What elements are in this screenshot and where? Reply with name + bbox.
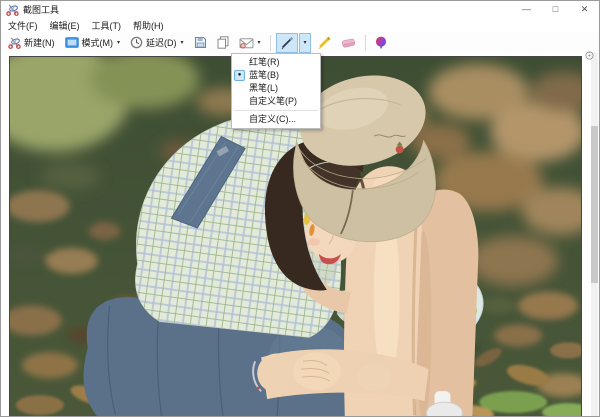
pen-icon <box>280 36 294 50</box>
menu-help[interactable]: 帮助(H) <box>127 19 170 32</box>
customize-label: 自定义(C)... <box>249 114 296 124</box>
menu-item-red-pen[interactable]: 红笔(R) <box>232 56 320 69</box>
clock-icon <box>130 36 143 49</box>
mode-label: 模式(M) <box>82 36 114 49</box>
scissors-icon <box>8 36 21 49</box>
toolbar: 新建(N) 模式(M) ▾ 延迟(D) ▾ <box>1 32 599 54</box>
copy-button[interactable] <box>213 33 233 52</box>
copy-pages-icon <box>217 36 229 49</box>
chevron-down-icon: ▾ <box>258 39 261 46</box>
maximize-button[interactable]: □ <box>541 1 570 18</box>
pen-button-group: ▾ <box>275 33 312 53</box>
chevron-down-icon: ▾ <box>117 39 120 46</box>
autoscroll-origin-icon <box>585 47 594 56</box>
highlighter-button[interactable] <box>313 33 335 53</box>
pen-button[interactable] <box>276 33 298 53</box>
save-button[interactable] <box>190 33 211 52</box>
custom-pen-label: 自定义笔(P) <box>249 96 297 106</box>
selected-radio-icon: ● <box>234 70 245 81</box>
menu-file[interactable]: 文件(F) <box>2 19 44 32</box>
toolbar-separator <box>270 35 271 51</box>
minimize-button[interactable]: — <box>512 1 541 18</box>
paint3d-button[interactable] <box>371 33 391 53</box>
window-controls: — □ ✕ <box>512 1 599 18</box>
menu-item-blue-pen[interactable]: ● 蓝笔(B) <box>232 69 320 82</box>
close-button[interactable]: ✕ <box>570 1 599 18</box>
black-pen-label: 黑笔(L) <box>249 83 278 93</box>
delay-button[interactable]: 延迟(D) ▾ <box>126 33 188 52</box>
red-pen-label: 红笔(R) <box>249 57 280 67</box>
scrollbar-thumb[interactable] <box>591 126 598 283</box>
menu-item-black-pen[interactable]: 黑笔(L) <box>232 82 320 95</box>
menu-separator <box>234 110 318 111</box>
titlebar: 截图工具 — □ ✕ <box>1 1 599 18</box>
eraser-button[interactable] <box>337 34 360 52</box>
delay-label: 延迟(D) <box>146 36 177 49</box>
scissors-app-icon <box>6 3 19 16</box>
snipping-tool-window: 截图工具 — □ ✕ 文件(F) 编辑(E) 工具(T) 帮助(H) 新建( <box>0 0 600 417</box>
email-button[interactable]: ▾ <box>235 34 265 52</box>
pen-dropdown-button[interactable]: ▾ <box>299 33 311 53</box>
new-snip-label: 新建(N) <box>24 36 55 49</box>
menu-item-customize[interactable]: 自定义(C)... <box>232 113 320 126</box>
window-title: 截图工具 <box>23 3 59 16</box>
menu-edit[interactable]: 编辑(E) <box>44 19 86 32</box>
selection-rectangle-icon <box>65 37 79 48</box>
vertical-scrollbar[interactable] <box>591 53 598 417</box>
blue-pen-label: 蓝笔(B) <box>249 70 279 80</box>
paint3d-balloon-icon <box>375 36 387 50</box>
menubar: 文件(F) 编辑(E) 工具(T) 帮助(H) <box>1 18 599 32</box>
envelope-icon <box>239 37 254 49</box>
eraser-icon <box>341 37 356 49</box>
menu-item-custom-pen[interactable]: 自定义笔(P) <box>232 95 320 108</box>
highlighter-icon <box>317 36 331 50</box>
toolbar-separator <box>365 35 366 51</box>
mode-button[interactable]: 模式(M) ▾ <box>61 33 125 52</box>
pen-color-menu: 红笔(R) ● 蓝笔(B) 黑笔(L) 自定义笔(P) 自定义(C)... <box>231 53 321 129</box>
floppy-disk-icon <box>194 36 207 49</box>
chevron-down-icon: ▾ <box>304 39 307 46</box>
menu-tools[interactable]: 工具(T) <box>86 19 128 32</box>
chevron-down-icon: ▾ <box>181 39 184 46</box>
new-snip-button[interactable]: 新建(N) <box>4 33 59 52</box>
